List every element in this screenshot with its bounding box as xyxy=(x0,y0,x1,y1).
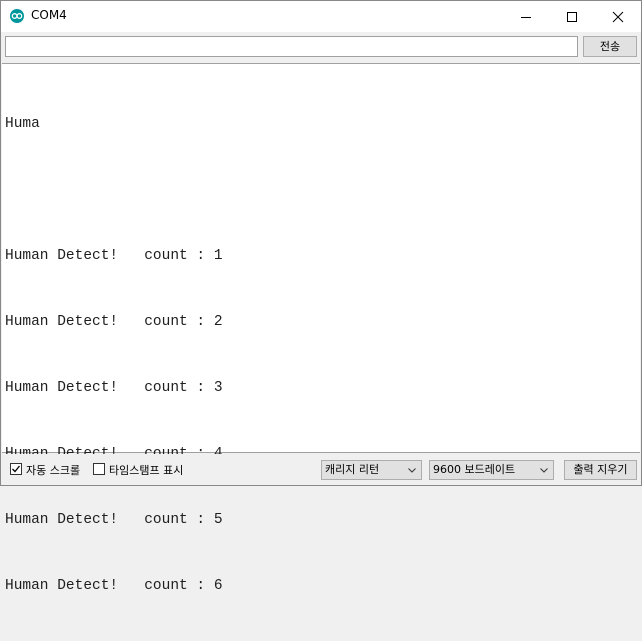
chevron-down-icon xyxy=(408,468,416,473)
output-line: Human Detect! count : 3 xyxy=(5,380,223,396)
close-button[interactable] xyxy=(595,1,641,32)
chevron-down-icon xyxy=(540,468,548,473)
autoscroll-checkbox[interactable] xyxy=(10,463,22,475)
send-row: 전송 xyxy=(1,32,641,63)
window-title: COM4 xyxy=(31,8,67,22)
output-line: Human Detect! count : 5 xyxy=(5,512,223,528)
output-lines: Huma Human Detect! count : 1 Human Detec… xyxy=(5,69,223,641)
line-ending-value: 캐리지 리턴 xyxy=(325,463,380,476)
send-button[interactable]: 전송 xyxy=(583,36,637,57)
maximize-button[interactable] xyxy=(549,1,595,32)
autoscroll-label[interactable]: 자동 스크롤 xyxy=(26,462,80,478)
bottom-bar: 자동 스크롤 타임스탬프 표시 캐리지 리턴 9600 보드레이트 출력 지우기 xyxy=(1,454,641,485)
output-line: Huma xyxy=(5,116,40,132)
output-line: Human Detect! count : 6 xyxy=(5,578,223,594)
serial-output[interactable]: Huma Human Detect! count : 1 Human Detec… xyxy=(2,63,640,594)
serial-monitor-window: COM4 전송 Huma Human Detect! count : 1 Hum… xyxy=(0,0,642,594)
minimize-button[interactable] xyxy=(503,1,549,32)
arduino-icon xyxy=(10,9,24,23)
close-icon xyxy=(612,11,624,22)
send-input[interactable] xyxy=(5,36,578,57)
output-line: Human Detect! count : 1 xyxy=(5,248,223,264)
clear-output-button[interactable]: 출력 지우기 xyxy=(564,460,637,480)
maximize-icon xyxy=(567,11,577,22)
checkmark-icon xyxy=(12,465,21,473)
baud-rate-value: 9600 보드레이트 xyxy=(433,463,516,476)
timestamp-checkbox[interactable] xyxy=(93,463,105,475)
title-bar[interactable]: COM4 xyxy=(1,1,641,32)
baud-rate-select[interactable]: 9600 보드레이트 xyxy=(429,460,554,480)
line-ending-select[interactable]: 캐리지 리턴 xyxy=(321,460,422,480)
minimize-icon xyxy=(521,16,531,18)
timestamp-label[interactable]: 타임스탬프 표시 xyxy=(109,462,183,478)
output-line: Human Detect! count : 2 xyxy=(5,314,223,330)
